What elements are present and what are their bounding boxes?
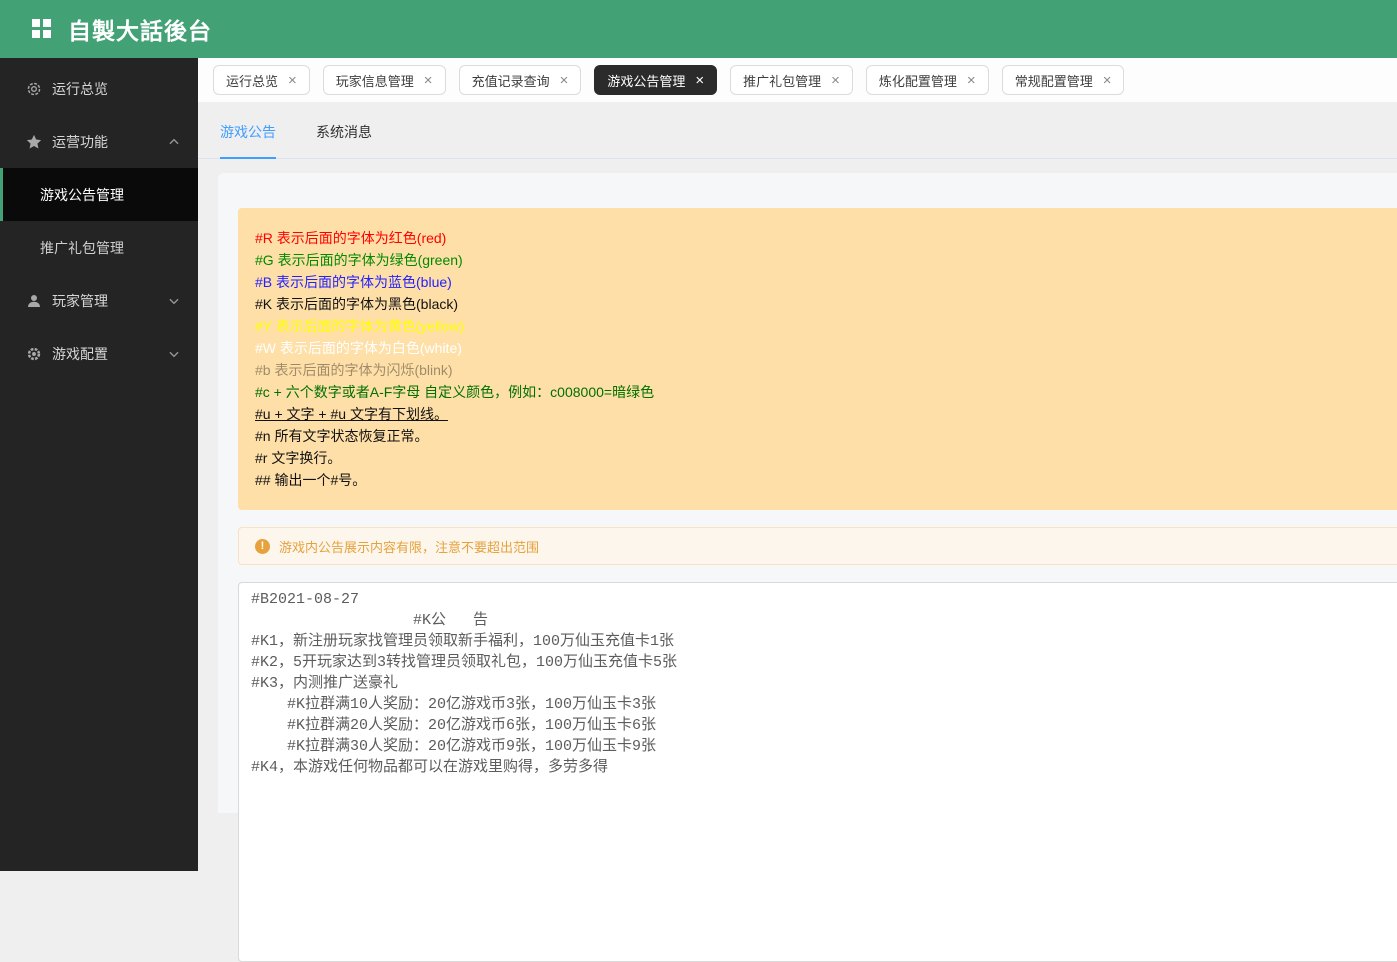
sidebar-item-run-overview[interactable]: 运行总览 <box>0 62 198 115</box>
legend-line: #r 文字换行。 <box>255 450 342 466</box>
sidebar-item-label: 玩家管理 <box>52 292 108 309</box>
close-icon[interactable]: × <box>831 73 840 88</box>
legend-line: #K 表示后面的字体为黑色(black) <box>255 296 459 312</box>
menu-grid-icon[interactable] <box>32 19 52 39</box>
grid-square <box>43 30 51 38</box>
legend-line: #u + 文字 + #u 文字有下划线。 <box>255 406 448 422</box>
legend-line: #b 表示后面的字体为闪烁(blink) <box>255 362 453 378</box>
page-tab-player-info[interactable]: 玩家信息管理 × <box>322 65 446 95</box>
sidebar-item-label: 推广礼包管理 <box>40 239 124 256</box>
user-icon <box>25 292 43 310</box>
grid-square <box>32 19 40 27</box>
legend-line: #G 表示后面的字体为绿色(green) <box>255 252 463 268</box>
main-area: 运行总览 × 玩家信息管理 × 充值记录查询 × 游戏公告管理 × 推广礼包管理… <box>198 58 1397 962</box>
sidebar-item-label: 游戏配置 <box>52 345 108 362</box>
legend-line: #Y 表示后面的字体为黄色(yellow) <box>255 318 464 334</box>
page-tab-promo-gift[interactable]: 推广礼包管理 × <box>730 65 853 95</box>
chevron-down-icon <box>167 347 181 361</box>
close-icon[interactable]: × <box>288 73 297 88</box>
close-icon[interactable]: × <box>967 73 976 88</box>
close-icon[interactable]: × <box>1103 73 1112 88</box>
star-icon <box>25 133 43 151</box>
app-title: 自製大話後台 <box>68 18 212 44</box>
sidebar-item-label: 运营功能 <box>52 133 108 150</box>
page-tab-label: 充值记录查询 <box>471 73 550 89</box>
legend-line: #W 表示后面的字体为白色(white) <box>255 340 462 356</box>
tab-game-announcement[interactable]: 游戏公告 <box>220 122 276 159</box>
gauge-gear-icon <box>25 80 43 98</box>
page-tab-general-config[interactable]: 常规配置管理 × <box>1001 65 1125 95</box>
grid-square <box>43 19 51 27</box>
grid-square <box>32 30 40 38</box>
sidebar-item-player-management[interactable]: 玩家管理 <box>0 274 198 327</box>
announcement-textarea[interactable]: #B2021-08-27 #K公 告 #K1，新注册玩家找管理员领取新手福利，1… <box>238 582 1397 962</box>
announcement-card: #R 表示后面的字体为红色(red) #G 表示后面的字体为绿色(green) … <box>218 173 1397 962</box>
legend-line: #R 表示后面的字体为红色(red) <box>255 230 447 246</box>
page-tab-run-overview[interactable]: 运行总览 × <box>213 65 310 95</box>
page-tab-refine-config[interactable]: 炼化配置管理 × <box>865 65 989 95</box>
legend-line: #B 表示后面的字体为蓝色(blue) <box>255 274 452 290</box>
sidebar: 运行总览 运营功能 游戏公告管理 推广礼包管理 玩家管理 游戏配置 <box>0 58 198 871</box>
close-icon[interactable]: × <box>560 73 569 88</box>
page-tab-label: 推广礼包管理 <box>743 73 822 89</box>
warning-alert: ! 游戏内公告展示内容有限，注意不要超出范围 <box>238 527 1397 565</box>
chevron-down-icon <box>167 294 181 308</box>
sidebar-item-game-config[interactable]: 游戏配置 <box>0 327 198 380</box>
sidebar-item-label: 游戏公告管理 <box>40 186 124 203</box>
page-tab-recharge-records[interactable]: 充值记录查询 × <box>458 65 582 95</box>
content-area: 游戏公告 系统消息 #R 表示后面的字体为红色(red) #G 表示后面的字体为… <box>198 102 1397 962</box>
close-icon[interactable]: × <box>424 73 433 88</box>
legend-line: #n 所有文字状态恢复正常。 <box>255 428 429 444</box>
page-tab-label: 炼化配置管理 <box>878 73 957 89</box>
warning-icon: ! <box>255 538 270 554</box>
legend-line: #c + 六个数字或者A-F字母 自定义颜色，例如：c008000=暗绿色 <box>255 384 655 400</box>
gear-icon <box>25 345 43 363</box>
page-tab-label: 常规配置管理 <box>1014 73 1093 89</box>
legend-line: ## 输出一个#号。 <box>255 472 367 488</box>
color-code-legend: #R 表示后面的字体为红色(red) #G 表示后面的字体为绿色(green) … <box>238 208 1397 510</box>
sidebar-item-label: 运行总览 <box>52 80 108 97</box>
sidebar-item-operations[interactable]: 运营功能 <box>0 115 198 168</box>
page-tab-game-announcement[interactable]: 游戏公告管理 × <box>594 65 718 95</box>
chevron-up-icon <box>167 135 181 149</box>
page-tabbar: 运行总览 × 玩家信息管理 × 充值记录查询 × 游戏公告管理 × 推广礼包管理… <box>198 58 1397 102</box>
sidebar-item-game-announcement[interactable]: 游戏公告管理 <box>0 168 198 221</box>
subtab-bar: 游戏公告 系统消息 <box>198 122 1397 159</box>
warning-alert-text: 游戏内公告展示内容有限，注意不要超出范围 <box>279 539 540 555</box>
page-tab-label: 游戏公告管理 <box>607 73 686 89</box>
page-tab-label: 运行总览 <box>226 73 279 89</box>
close-icon[interactable]: × <box>695 73 704 88</box>
tab-system-message[interactable]: 系统消息 <box>316 122 372 158</box>
page-tab-label: 玩家信息管理 <box>335 73 414 89</box>
sidebar-item-promo-gift[interactable]: 推广礼包管理 <box>0 221 198 274</box>
app-header: 自製大話後台 <box>0 0 1397 58</box>
